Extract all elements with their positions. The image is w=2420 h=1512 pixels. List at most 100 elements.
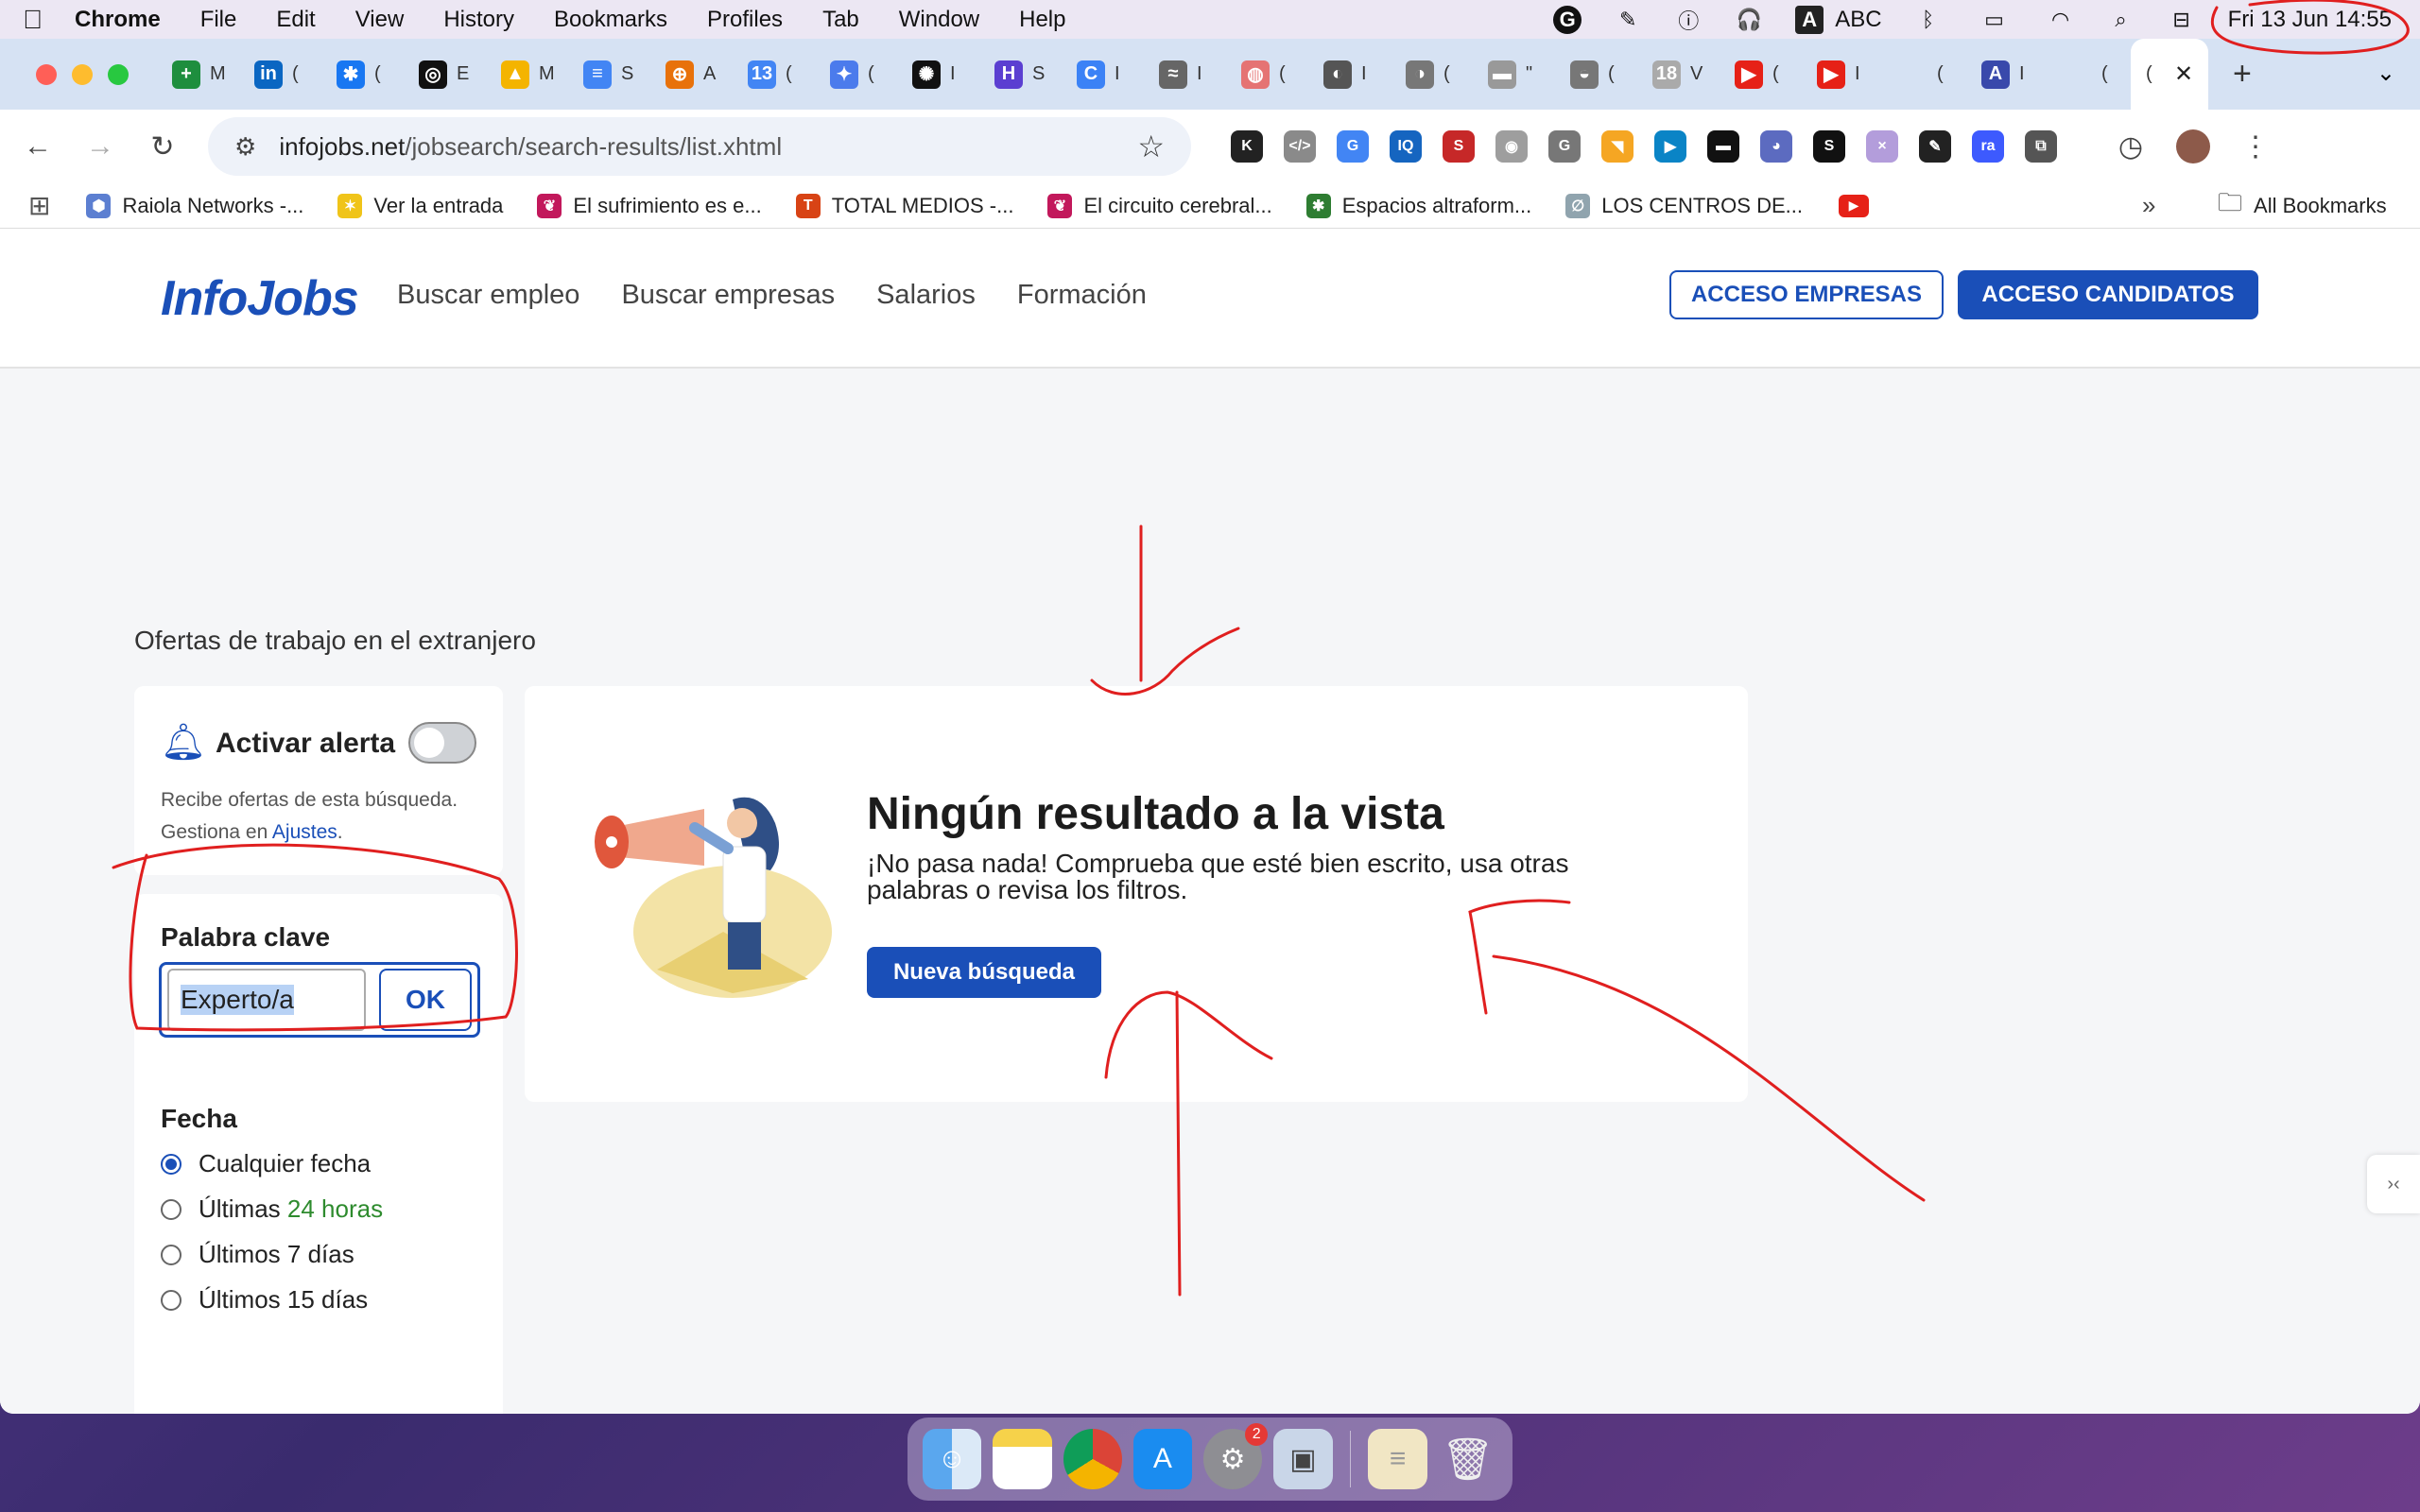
extension-icon[interactable]: ▶	[1654, 130, 1686, 163]
document-dock-icon[interactable]: ≡	[1368, 1429, 1427, 1489]
tab[interactable]: ✦(	[815, 39, 897, 110]
apple-menu-icon[interactable]: 	[23, 5, 43, 35]
address-bar[interactable]: ⚙ infojobs.net/jobsearch/search-results/…	[208, 117, 1191, 176]
keyword-input[interactable]: Experto/a	[167, 969, 367, 1031]
nav-buscar-empresas[interactable]: Buscar empresas	[621, 280, 835, 311]
menu-file[interactable]: File	[200, 7, 237, 33]
finder-dock-icon[interactable]: ☺	[923, 1429, 982, 1489]
extension-icon[interactable]: S	[1443, 130, 1475, 163]
tab[interactable]: ✱(	[321, 39, 404, 110]
tab[interactable]: 13 (	[733, 39, 815, 110]
date-option-7d[interactable]: Últimos 7 días	[161, 1240, 354, 1269]
infojobs-logo[interactable]: InfoJobs	[161, 270, 359, 327]
tab[interactable]: ◐ I	[1308, 39, 1391, 110]
new-search-button[interactable]: Nueva búsqueda	[867, 947, 1101, 998]
tab[interactable]: ▶ I	[1802, 39, 1884, 110]
menu-help[interactable]: Help	[1019, 7, 1065, 33]
notes-dock-icon[interactable]	[993, 1429, 1052, 1489]
tab[interactable]: AI	[1966, 39, 2048, 110]
all-bookmarks[interactable]: 🗀 All Bookmarks	[2218, 185, 2387, 227]
keyboard-input-icon[interactable]: A	[1795, 5, 1824, 34]
bookmark-item[interactable]: ∅ LOS CENTROS DE...	[1565, 193, 1803, 218]
feather-status-icon[interactable]: ✎	[1614, 6, 1642, 34]
tab[interactable]: (	[2048, 39, 2131, 110]
date-option-24h[interactable]: Últimas 24 horas	[161, 1194, 383, 1224]
alert-toggle[interactable]	[408, 722, 476, 764]
bookmark-item[interactable]: ❦ El circuito cerebral...	[1047, 193, 1272, 218]
extension-icon[interactable]: ⧉	[2025, 130, 2057, 163]
history-icon[interactable]: ◷	[2114, 130, 2148, 163]
minimize-window-button[interactable]	[72, 63, 93, 85]
date-option-15d[interactable]: Últimos 15 días	[161, 1285, 368, 1314]
tab[interactable]: ≈ I	[1144, 39, 1226, 110]
extension-icon[interactable]: S	[1813, 130, 1845, 163]
wifi-status-icon[interactable]: ◠	[2047, 6, 2075, 34]
back-arrow-icon[interactable]: ←	[21, 130, 55, 163]
menu-view[interactable]: View	[355, 7, 405, 33]
control-center-icon[interactable]: ⊟	[2168, 6, 2196, 34]
bookmark-item[interactable]: ❦ El sufrimiento es e...	[537, 193, 762, 218]
tab[interactable]: ◑(	[1391, 39, 1473, 110]
youtube-bookmark-icon[interactable]: ▶	[1838, 194, 1869, 217]
bookmark-item[interactable]: ✱ Espacios altraform...	[1305, 193, 1531, 218]
site-info-icon[interactable]: ⚙	[234, 132, 256, 162]
input-source-label[interactable]: ABC	[1835, 7, 1881, 33]
menubar-clock[interactable]: Fri 13 Jun 14:55	[2228, 7, 2392, 33]
menu-tab[interactable]: Tab	[822, 7, 859, 33]
zoom-window-button[interactable]	[108, 63, 129, 85]
tab[interactable]: HS	[979, 39, 1062, 110]
tab[interactable]: ◍(	[1226, 39, 1308, 110]
tab[interactable]: in (	[239, 39, 321, 110]
acceso-empresas-button[interactable]: ACCESO EMPRESAS	[1669, 270, 1944, 319]
side-panel-tab-icon[interactable]: ›‹	[2367, 1155, 2420, 1213]
tab-search-chevron-icon[interactable]: ⌄	[2377, 60, 2395, 87]
extension-icon[interactable]: G	[1548, 130, 1581, 163]
more-bookmarks-chevron-icon[interactable]: »	[2142, 191, 2155, 220]
bookmark-item[interactable]: ⬢ Raiola Networks -...	[86, 193, 303, 218]
extension-icon[interactable]: </>	[1284, 130, 1316, 163]
tab[interactable]: ⊕ A	[650, 39, 733, 110]
extension-icon[interactable]: G	[1337, 130, 1369, 163]
trash-dock-icon[interactable]: 🗑	[1439, 1429, 1497, 1489]
extension-icon[interactable]: ◉	[1495, 130, 1528, 163]
menu-edit[interactable]: Edit	[276, 7, 315, 33]
menu-history[interactable]: History	[443, 7, 514, 33]
bookmark-star-icon[interactable]: ☆	[1137, 129, 1165, 164]
nav-formacion[interactable]: Formación	[1017, 280, 1147, 311]
headphones-status-icon[interactable]: 🎧	[1735, 6, 1763, 34]
radio[interactable]	[161, 1289, 182, 1311]
extension-icon[interactable]: K	[1231, 130, 1263, 163]
tab[interactable]: ▶(	[1720, 39, 1802, 110]
extension-icon[interactable]: ✎	[1919, 130, 1951, 163]
tab[interactable]: ◒(	[1555, 39, 1637, 110]
extension-icon[interactable]: IQ	[1390, 130, 1422, 163]
tab-active[interactable]: ( ✕	[2131, 39, 2208, 110]
nav-salarios[interactable]: Salarios	[876, 280, 976, 311]
system-settings-dock-icon[interactable]: ⚙ 2	[1203, 1423, 1269, 1489]
extension-icon[interactable]: ▬	[1707, 130, 1739, 163]
new-tab-button[interactable]: +	[2233, 56, 2252, 93]
tab[interactable]: ◎ E	[404, 39, 486, 110]
acceso-candidatos-button[interactable]: ACCESO CANDIDATOS	[1958, 270, 2258, 319]
chrome-menu-icon[interactable]: ⋮	[2238, 130, 2273, 163]
close-window-button[interactable]	[36, 63, 57, 85]
menu-bookmarks[interactable]: Bookmarks	[554, 7, 667, 33]
tab[interactable]: ✺ I	[897, 39, 979, 110]
accessibility-status-icon[interactable]: ⓘ	[1674, 6, 1703, 34]
tab[interactable]: ▬ "	[1473, 39, 1555, 110]
battery-status-icon[interactable]: ▭	[1975, 6, 2014, 34]
ajustes-link[interactable]: Ajustes	[272, 821, 337, 843]
bookmark-item[interactable]: T TOTAL MEDIOS -...	[795, 193, 1013, 218]
extension-icon[interactable]: ×	[1866, 130, 1898, 163]
tab[interactable]: CI	[1062, 39, 1144, 110]
preview-dock-icon[interactable]: ▣	[1273, 1429, 1333, 1489]
tab[interactable]: + M	[157, 39, 239, 110]
extension-icon[interactable]: ◕	[1760, 130, 1792, 163]
app-store-dock-icon[interactable]: A	[1132, 1429, 1192, 1489]
menu-app-chrome[interactable]: Chrome	[75, 7, 161, 33]
keyword-ok-button[interactable]: OK	[379, 969, 472, 1031]
grammarly-status-icon[interactable]: G	[1553, 5, 1582, 34]
close-tab-icon[interactable]: ✕	[2174, 60, 2193, 88]
apps-grid-icon[interactable]: ⊞	[28, 190, 50, 221]
bluetooth-status-icon[interactable]: ᛒ	[1914, 6, 1943, 34]
